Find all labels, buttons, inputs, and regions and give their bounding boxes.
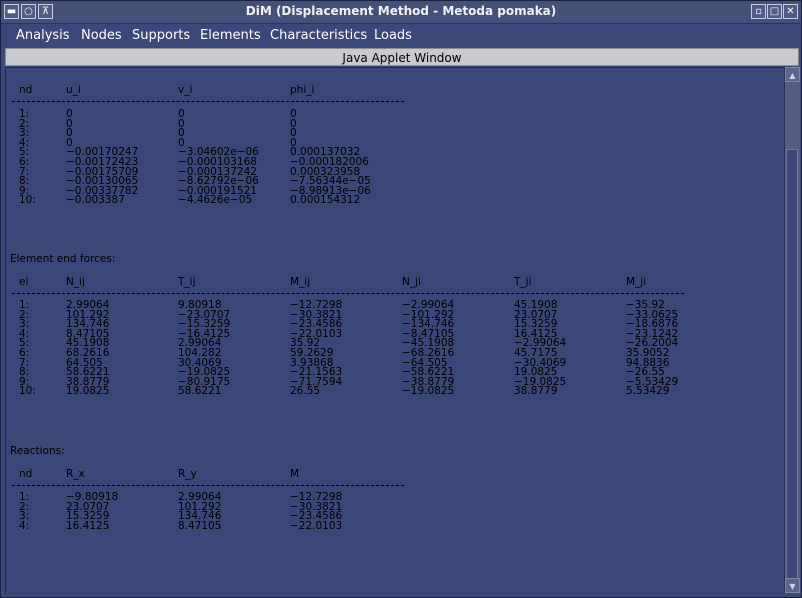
menu-analysis[interactable]: Analysis [16, 28, 70, 43]
table-rule [12, 293, 684, 294]
displacement-cell: 0.000154312 [290, 194, 361, 207]
force-cell: 10: [19, 385, 36, 398]
menu-characteristics[interactable]: Characteristics [270, 28, 367, 43]
scroll-up-icon[interactable]: ▲ [785, 67, 800, 82]
reaction-header: R_y [178, 468, 197, 480]
menu-elements[interactable]: Elements [200, 28, 261, 43]
results-text-area[interactable]: nd u_i v_i phi_i 1: 0 0 0 2: 0 0 0 3: 0 0 0 4: 0 0 0 5: −0.00… [5, 67, 784, 594]
reactions-section-title: Reactions: [10, 445, 65, 457]
scrollbar-thumb[interactable] [786, 149, 798, 580]
table-rule [12, 101, 404, 102]
reaction-cell: −22.0103 [290, 519, 343, 532]
reaction-header: R_x [66, 468, 85, 480]
displacement-cell: −4.4626e−05 [178, 194, 253, 207]
force-cell: 58.6221 [178, 385, 222, 398]
force-header: N_ij [66, 276, 85, 288]
force-cell: 5.53429 [626, 385, 670, 398]
table-rule [12, 485, 404, 486]
window-title: DiM (Displacement Method - Metoda pomaka… [245, 4, 557, 18]
force-header: T_ij [178, 276, 196, 288]
displacement-cell: −0.003387 [66, 194, 125, 207]
reaction-cell: 8.47105 [178, 519, 222, 532]
displacement-header: nd [19, 84, 33, 96]
force-header: M_ij [290, 276, 311, 288]
maximize-icon[interactable]: □ [767, 4, 782, 19]
close-icon[interactable]: ✕ [783, 4, 798, 19]
force-cell: −19.0825 [402, 385, 455, 398]
displacement-header: v_i [178, 84, 193, 96]
title-bar[interactable]: ▬ ○ ⊼ DiM (Displacement Method - Metoda … [1, 1, 801, 24]
force-cell: 19.0825 [66, 385, 110, 398]
reaction-cell: 16.4125 [66, 519, 110, 532]
menu-nodes[interactable]: Nodes [81, 28, 122, 43]
force-header: el [19, 276, 29, 288]
menu-loads[interactable]: Loads [374, 28, 412, 43]
menu-bar: Analysis Nodes Supports Elements Charact… [1, 24, 801, 48]
iconify-icon[interactable]: ▫ [751, 4, 766, 19]
displacement-header: phi_i [290, 84, 315, 96]
displacement-cell: 10: [19, 194, 36, 207]
force-header: T_ji [514, 276, 532, 288]
window-menu-icon[interactable]: ▬ [4, 4, 19, 19]
maximize-icon[interactable]: ⊼ [38, 4, 53, 19]
reaction-header: nd [19, 468, 33, 480]
reaction-header: M [290, 468, 300, 480]
menu-supports[interactable]: Supports [132, 28, 190, 43]
minimize-icon[interactable]: ○ [21, 4, 36, 19]
scroll-down-icon[interactable]: ▼ [785, 578, 800, 593]
displacement-header: u_i [66, 84, 81, 96]
app-window: ▬ ○ ⊼ DiM (Displacement Method - Metoda … [0, 0, 802, 598]
force-cell: 38.8779 [514, 385, 558, 398]
applet-warning-label: Java Applet Window [5, 48, 799, 66]
forces-section-title: Element end forces: [10, 253, 116, 265]
force-header: M_ji [626, 276, 647, 288]
reaction-cell: 4: [19, 519, 30, 532]
force-cell: 26.55 [290, 385, 321, 398]
vertical-scrollbar[interactable]: ▲ ▼ [784, 67, 800, 593]
force-header: N_ji [402, 276, 421, 288]
